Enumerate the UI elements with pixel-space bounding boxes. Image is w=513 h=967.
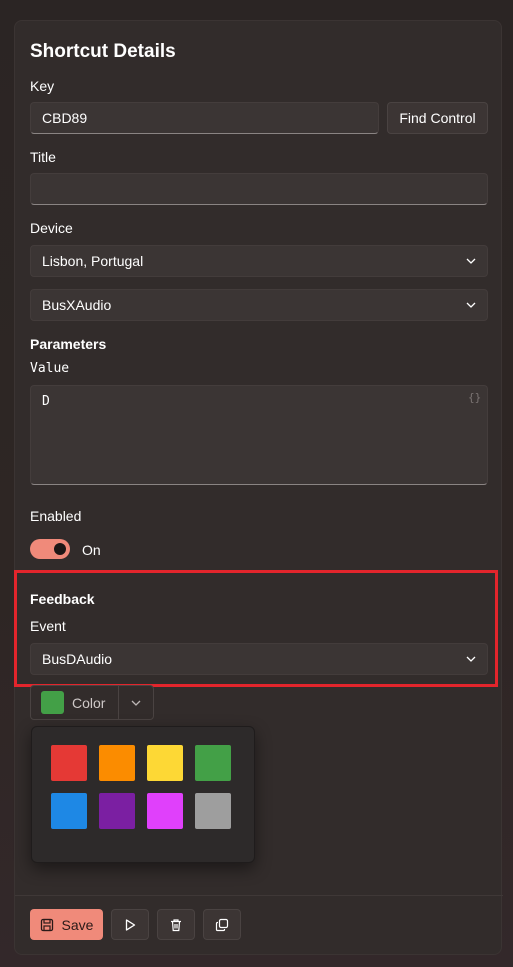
chevron-down-icon: [131, 700, 141, 706]
color-button-label: Color: [72, 694, 106, 711]
device-dropdown[interactable]: Lisbon, Portugal: [30, 245, 488, 277]
swatch-purple[interactable]: [99, 793, 135, 829]
play-icon: [125, 918, 136, 931]
event-label: Event: [30, 618, 66, 634]
swatch-yellow[interactable]: [147, 745, 183, 781]
save-icon: [40, 918, 53, 931]
swatch-orange[interactable]: [99, 745, 135, 781]
color-button[interactable]: Color: [31, 686, 118, 719]
value-label: Value: [30, 361, 70, 376]
duplicate-button[interactable]: [203, 909, 241, 940]
key-label: Key: [30, 78, 55, 94]
swatch-gray[interactable]: [195, 793, 231, 829]
swatch-red[interactable]: [51, 745, 87, 781]
run-button[interactable]: [111, 909, 149, 940]
value-text: D: [42, 394, 50, 409]
enabled-toggle[interactable]: [30, 539, 70, 559]
swatch-blue[interactable]: [51, 793, 87, 829]
device-selected: Lisbon, Portugal: [42, 253, 144, 269]
chevron-down-icon: [466, 302, 476, 308]
trash-icon: [171, 918, 181, 931]
enabled-state-text: On: [82, 542, 101, 558]
delete-button[interactable]: [157, 909, 195, 940]
find-control-button[interactable]: Find Control: [387, 102, 488, 134]
save-button[interactable]: Save: [30, 909, 103, 940]
chevron-down-icon: [466, 656, 476, 662]
save-label: Save: [61, 916, 94, 933]
key-input[interactable]: CBD89: [30, 102, 379, 134]
parameters-heading: Parameters: [30, 336, 107, 352]
value-textarea[interactable]: D: [30, 385, 488, 485]
footer-divider: [15, 895, 503, 896]
device-sub-dropdown[interactable]: BusXAudio: [30, 289, 488, 321]
enabled-label: Enabled: [30, 508, 82, 524]
color-dropdown-toggle[interactable]: [119, 686, 153, 719]
selected-color-swatch: [41, 691, 64, 714]
panel-title: Shortcut Details: [30, 41, 176, 62]
toggle-knob: [54, 543, 66, 555]
device-label: Device: [30, 220, 73, 236]
key-value: CBD89: [42, 110, 88, 126]
title-input[interactable]: [30, 173, 488, 205]
event-selected: BusDAudio: [42, 651, 113, 667]
event-dropdown[interactable]: BusDAudio: [30, 643, 488, 675]
json-braces-icon: {}: [468, 391, 482, 404]
device-sub-selected: BusXAudio: [42, 297, 112, 313]
title-label: Title: [30, 149, 56, 165]
swatch-magenta[interactable]: [147, 793, 183, 829]
color-flyout: [31, 726, 255, 863]
copy-icon: [215, 918, 229, 931]
shortcut-details-panel: Shortcut Details Key CBD89 Find Control …: [14, 20, 503, 955]
swatch-green[interactable]: [195, 745, 231, 781]
chevron-down-icon: [466, 258, 476, 264]
feedback-heading: Feedback: [30, 591, 95, 607]
